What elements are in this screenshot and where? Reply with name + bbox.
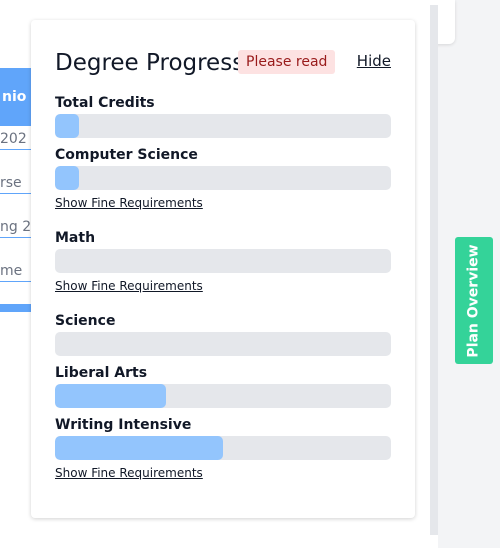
hide-link[interactable]: Hide <box>357 52 391 70</box>
requirement-computer-science: Computer Science Show Fine Requirements <box>55 146 391 211</box>
requirement-science: Science <box>55 312 391 356</box>
panel-header: Degree Progress Please read Hide <box>55 48 391 78</box>
semester-field[interactable]: 202 <box>0 126 34 150</box>
requirement-label: Total Credits <box>55 95 155 111</box>
progress-bar <box>55 332 391 356</box>
panel-title: Degree Progress <box>55 50 245 76</box>
plan-overview-tab[interactable]: Plan Overview <box>455 237 493 364</box>
course-field-text: rse <box>0 175 22 191</box>
plan-overview-label: Plan Overview <box>466 243 483 358</box>
course-field[interactable]: ng 2 <box>0 214 34 238</box>
requirement-liberal-arts: Liberal Arts <box>55 364 391 408</box>
progress-fill <box>55 114 79 138</box>
please-read-badge[interactable]: Please read <box>238 50 336 74</box>
requirement-label: Math <box>55 230 96 246</box>
requirement-label: Liberal Arts <box>55 365 148 381</box>
requirement-writing-intensive: Writing Intensive Show Fine Requirements <box>55 416 391 481</box>
semester-footer <box>0 304 34 312</box>
progress-bar <box>55 436 391 460</box>
show-fine-requirements-link[interactable]: Show Fine Requirements <box>55 196 203 210</box>
show-fine-requirements-link[interactable]: Show Fine Requirements <box>55 466 203 480</box>
course-field[interactable]: me <box>0 258 34 282</box>
progress-bar <box>55 114 391 138</box>
course-field-text: ng 2 <box>0 219 32 235</box>
progress-fill <box>55 436 223 460</box>
progress-bar <box>55 384 391 408</box>
background-semester-column: nio 202 rse ng 2 me <box>0 68 34 312</box>
semester-header-text: nio <box>2 89 27 105</box>
course-field-text: me <box>0 263 23 279</box>
progress-bar <box>55 166 391 190</box>
course-field[interactable]: rse <box>0 170 34 194</box>
progress-fill <box>55 384 166 408</box>
requirement-label: Science <box>55 313 116 329</box>
requirement-label: Computer Science <box>55 147 198 163</box>
semester-field-text: 202 <box>0 131 27 147</box>
show-fine-requirements-link[interactable]: Show Fine Requirements <box>55 279 203 293</box>
semester-header: nio <box>0 68 34 126</box>
requirement-total-credits: Total Credits <box>55 94 391 138</box>
degree-progress-panel: Degree Progress Please read Hide Total C… <box>31 20 415 518</box>
requirement-math: Math Show Fine Requirements <box>55 229 391 294</box>
progress-fill <box>55 166 79 190</box>
scrollbar-track[interactable] <box>430 5 438 535</box>
progress-bar <box>55 249 391 273</box>
requirement-label: Writing Intensive <box>55 417 192 433</box>
